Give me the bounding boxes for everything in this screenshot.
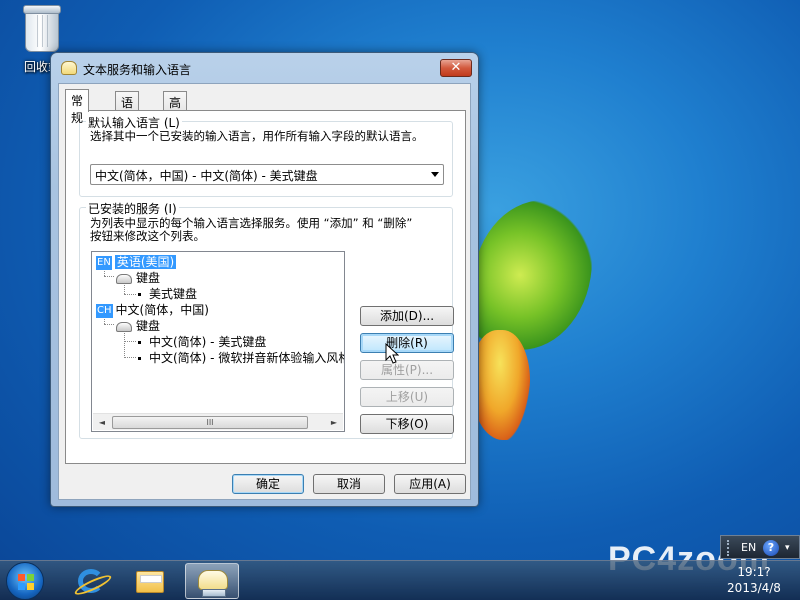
tree-item-chinese-simplified[interactable]: CH 中文(简体，中国) bbox=[96, 302, 209, 318]
tree-item-keyboard-category[interactable]: 键盘 bbox=[116, 318, 160, 334]
close-button[interactable]: ✕ bbox=[440, 59, 472, 77]
dialog-title: 文本服务和输入语言 bbox=[83, 63, 192, 77]
properties-button[interactable]: 属性(P)... bbox=[360, 360, 454, 380]
default-input-language-select[interactable]: 中文(简体，中国) - 中文(简体) - 美式键盘 bbox=[90, 164, 444, 185]
bullet-icon bbox=[138, 357, 141, 360]
bullet-icon bbox=[138, 293, 141, 296]
system-clock[interactable]: 19:1? 2013/4/8 bbox=[714, 564, 794, 596]
default-input-language-value: 中文(简体，中国) - 中文(简体) - 美式键盘 bbox=[95, 169, 318, 183]
tab-language-bar[interactable]: 语言栏 bbox=[115, 91, 140, 144]
bullet-icon bbox=[138, 341, 141, 344]
tree-item-keyboard[interactable]: 中文(简体) - 微软拼音新体验输入风格 bbox=[134, 350, 345, 366]
language-bar[interactable]: EN ? ▾ bbox=[720, 535, 800, 559]
text-services-dialog: 文本服务和输入语言 ✕ 常规 语言栏 高级键设置 默认输入语言 (L) 选择其中… bbox=[50, 52, 479, 507]
tree-item-label: 键盘 bbox=[136, 271, 161, 285]
remove-button[interactable]: 删除(R) bbox=[360, 333, 454, 353]
tree-item-keyboard[interactable]: 中文(简体) - 美式键盘 bbox=[134, 334, 266, 350]
installed-services-description-line2: 按钮来修改这个列表。 bbox=[90, 229, 205, 243]
cancel-button[interactable]: 取消 bbox=[313, 474, 385, 494]
tree-item-label: 英语(美国) bbox=[114, 255, 177, 269]
general-tab-page: 默认输入语言 (L) 选择其中一个已安装的输入语言，用作所有输入字段的默认语言。… bbox=[65, 110, 466, 464]
add-button[interactable]: 添加(D)... bbox=[360, 306, 454, 326]
clock-date: 2013/4/8 bbox=[727, 581, 781, 595]
language-tag-ch: CH bbox=[96, 303, 113, 318]
start-button[interactable] bbox=[6, 562, 44, 600]
tree-item-label: 中文(简体) - 美式键盘 bbox=[149, 335, 267, 349]
scroll-left-button[interactable]: ◄ bbox=[94, 415, 110, 430]
default-input-language-group: 默认输入语言 (L) 选择其中一个已安装的输入语言，用作所有输入字段的默认语言。… bbox=[79, 114, 453, 197]
input-language-indicator[interactable]: EN bbox=[741, 541, 756, 554]
folder-icon bbox=[136, 571, 164, 593]
tree-horizontal-scrollbar[interactable]: ◄ III ► bbox=[93, 413, 343, 430]
mouse-pointer-icon bbox=[385, 343, 399, 364]
scroll-right-button[interactable]: ► bbox=[326, 415, 342, 430]
wallpaper-flower bbox=[470, 330, 530, 440]
default-input-language-description: 选择其中一个已安装的输入语言，用作所有输入字段的默认语言。 bbox=[90, 129, 424, 143]
ok-button[interactable]: 确定 bbox=[232, 474, 304, 494]
language-bar-options-icon[interactable]: ▾ bbox=[785, 543, 790, 553]
tree-item-keyboard-category[interactable]: 键盘 bbox=[116, 270, 160, 286]
move-down-button[interactable]: 下移(O) bbox=[360, 414, 454, 434]
help-icon[interactable]: ? bbox=[763, 540, 779, 556]
move-up-button[interactable]: 上移(U) bbox=[360, 387, 454, 407]
installed-services-group: 已安装的服务 (I) 为列表中显示的每个输入语言选择服务。使用 “添加” 和 “… bbox=[79, 200, 454, 439]
internet-explorer-icon bbox=[78, 569, 104, 593]
keyboard-app-icon bbox=[61, 61, 77, 75]
chevron-down-icon bbox=[431, 172, 439, 177]
dialog-titlebar[interactable]: 文本服务和输入语言 ✕ bbox=[51, 53, 478, 83]
tree-item-label: 美式键盘 bbox=[149, 287, 198, 301]
tree-item-label: 键盘 bbox=[136, 319, 161, 333]
tree-connector bbox=[104, 276, 114, 277]
tab-advanced-key-settings[interactable]: 高级键设置 bbox=[163, 91, 188, 178]
keyboard-icon bbox=[116, 321, 132, 332]
keyboard-app-icon bbox=[198, 570, 228, 597]
scroll-thumb[interactable]: III bbox=[112, 416, 308, 429]
dialog-client-area: 常规 语言栏 高级键设置 默认输入语言 (L) 选择其中一个已安装的输入语言，用… bbox=[58, 83, 471, 500]
language-tag-en: EN bbox=[96, 255, 112, 270]
tree-connector bbox=[124, 330, 125, 358]
tab-general[interactable]: 常规 bbox=[65, 89, 90, 125]
wallpaper-leaf bbox=[472, 200, 592, 350]
tree-item-label: 中文(简体，中国) bbox=[115, 303, 209, 317]
taskbar-text-services[interactable] bbox=[185, 563, 239, 599]
tree-connector bbox=[104, 324, 114, 325]
recycle-bin-icon bbox=[23, 5, 61, 52]
taskbar-file-explorer[interactable] bbox=[123, 563, 177, 599]
taskbar: 19:1? 2013/4/8 bbox=[0, 560, 800, 600]
language-bar-grip[interactable] bbox=[727, 540, 730, 556]
tree-item-english-us[interactable]: EN 英语(美国) bbox=[96, 254, 177, 270]
keyboard-icon bbox=[116, 273, 132, 284]
installed-services-heading: 已安装的服务 (I) bbox=[86, 200, 179, 217]
apply-button[interactable]: 应用(A) bbox=[394, 474, 466, 494]
tree-item-keyboard[interactable]: 美式键盘 bbox=[134, 286, 197, 302]
tree-item-label: 中文(简体) - 微软拼音新体验输入风格 bbox=[149, 351, 345, 365]
taskbar-internet-explorer[interactable] bbox=[64, 563, 118, 599]
clock-time: 19:1? bbox=[737, 565, 771, 579]
installed-services-tree[interactable]: EN 英语(美国) 键盘 美式键盘 CH 中文(简体，中国) 键盘 中文(简体)… bbox=[91, 251, 345, 432]
